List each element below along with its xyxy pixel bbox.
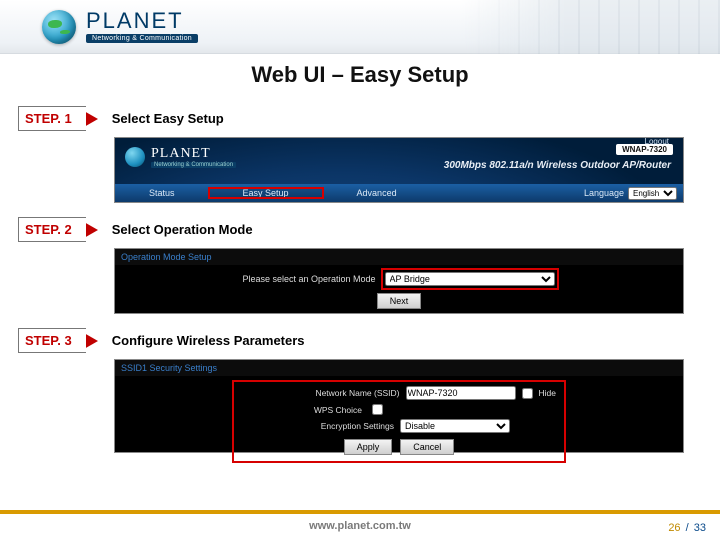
next-button[interactable]: Next (377, 293, 422, 309)
wps-label: WPS Choice (242, 405, 362, 415)
tab-advanced[interactable]: Advanced (323, 188, 431, 198)
ssid-header: SSID1 Security Settings (115, 360, 683, 376)
step-row-1: STEP. 1 Select Easy Setup (18, 106, 702, 131)
hide-ssid-checkbox[interactable] (522, 388, 533, 399)
screenshot-wireless-params: SSID1 Security Settings Network Name (SS… (114, 359, 684, 453)
footer-divider (0, 510, 720, 514)
wps-checkbox[interactable] (372, 404, 383, 415)
brand-tagline: Networking & Communication (86, 34, 198, 43)
ssid-input[interactable] (406, 386, 516, 400)
ssid-label: Network Name (SSID) (280, 388, 400, 398)
language-select[interactable]: English (628, 187, 677, 200)
step-3-label: STEP. 3 (18, 328, 86, 353)
globe-icon (125, 147, 145, 167)
content-area: STEP. 1 Select Easy Setup Logout WNAP-73… (0, 88, 720, 453)
language-selector-group: Language English (584, 187, 683, 200)
form-button-row: Apply Cancel (242, 439, 556, 455)
op-mode-row: Please select an Operation Mode AP Bridg… (242, 271, 555, 287)
wireless-form-highlight: Network Name (SSID) Hide WPS Choice Encr… (234, 382, 564, 461)
encryption-row: Encryption Settings Disable (242, 419, 556, 433)
device-navbar: Status Easy Setup Advanced Language Engl… (115, 184, 683, 202)
ssid-row: Network Name (SSID) Hide (242, 386, 556, 400)
footer-url: www.planet.com.tw (0, 520, 720, 532)
op-mode-prompt: Please select an Operation Mode (242, 274, 375, 284)
wps-row: WPS Choice (242, 404, 556, 415)
arrow-right-icon (84, 222, 98, 238)
page-sep: / (684, 522, 691, 534)
arrow-right-icon (84, 111, 98, 127)
encryption-select[interactable]: Disable (400, 419, 510, 433)
tab-status[interactable]: Status (115, 188, 209, 198)
model-badge: WNAP-7320 (616, 144, 673, 155)
mini-brand-tag: Networking & Communication (151, 162, 236, 168)
op-mode-body: Please select an Operation Mode AP Bridg… (115, 265, 683, 309)
mini-brand-name: PLANET (151, 146, 236, 162)
header-bg-pattern (460, 0, 720, 54)
step-3-title: Configure Wireless Parameters (112, 333, 305, 348)
mini-brand: PLANET Networking & Communication (125, 146, 236, 168)
step-1-title: Select Easy Setup (112, 111, 224, 126)
encryption-label: Encryption Settings (274, 421, 394, 431)
arrow-right-icon (84, 333, 98, 349)
language-label: Language (584, 188, 624, 198)
step-1-label: STEP. 1 (18, 106, 86, 131)
step-row-2: STEP. 2 Select Operation Mode (18, 217, 702, 242)
step-2-title: Select Operation Mode (112, 222, 253, 237)
screenshot-operation-mode: Operation Mode Setup Please select an Op… (114, 248, 684, 314)
globe-icon (42, 10, 76, 44)
hide-label: Hide (539, 388, 556, 398)
cancel-button[interactable]: Cancel (400, 439, 454, 455)
screenshot-easy-setup-nav: Logout WNAP-7320 PLANET Networking & Com… (114, 137, 684, 203)
step-row-3: STEP. 3 Configure Wireless Parameters (18, 328, 702, 353)
op-mode-select[interactable]: AP Bridge (385, 272, 555, 286)
slide-header: PLANET Networking & Communication (0, 0, 720, 54)
op-mode-header: Operation Mode Setup (115, 249, 683, 265)
page-current: 26 (668, 522, 680, 534)
brand-block: PLANET Networking & Communication (86, 10, 198, 43)
step-2-label: STEP. 2 (18, 217, 86, 242)
op-mode-highlight: AP Bridge (384, 271, 556, 287)
slide-title: Web UI – Easy Setup (0, 62, 720, 88)
product-line: 300Mbps 802.11a/n Wireless Outdoor AP/Ro… (444, 160, 671, 171)
apply-button[interactable]: Apply (344, 439, 393, 455)
tab-easy-setup[interactable]: Easy Setup (209, 188, 323, 198)
page-total: 33 (694, 522, 706, 534)
page-indicator: 26 / 33 (668, 522, 706, 534)
brand-name: PLANET (86, 10, 198, 32)
